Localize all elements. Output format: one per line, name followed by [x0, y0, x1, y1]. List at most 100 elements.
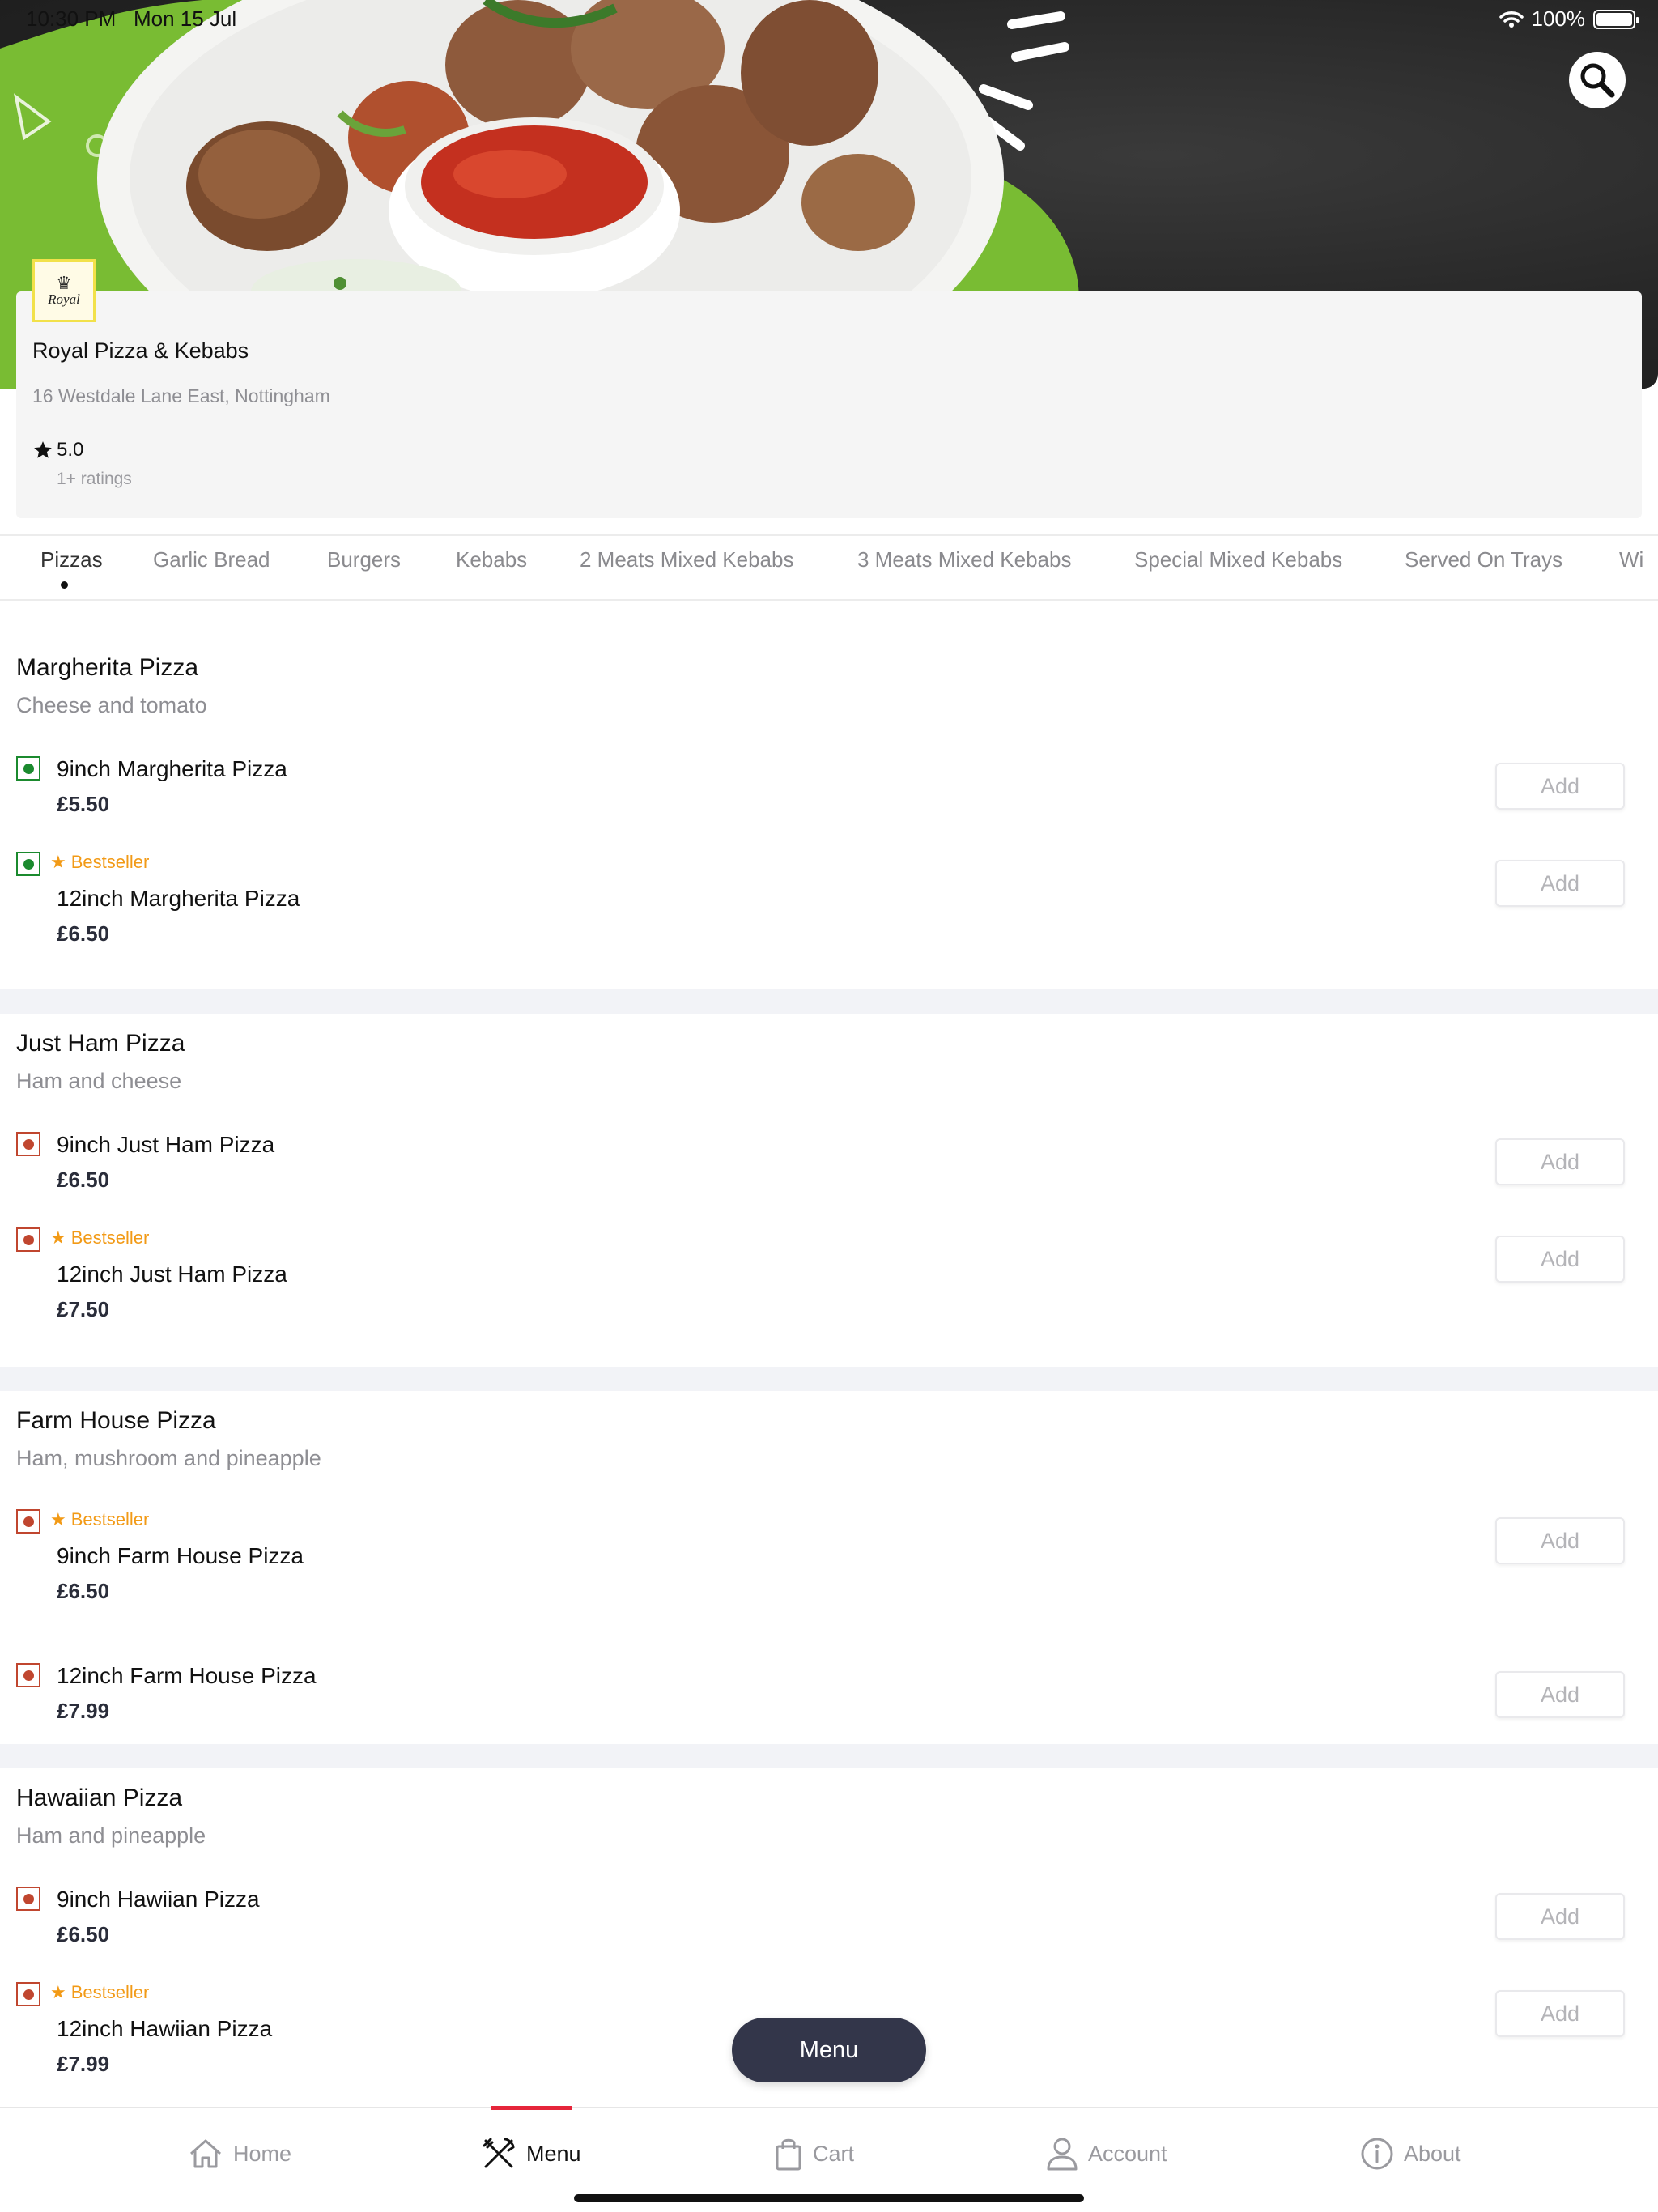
- cutlery-icon: [483, 2138, 515, 2168]
- section-title: Margherita Pizza: [16, 654, 199, 681]
- veg-indicator-icon: [16, 756, 40, 781]
- home-icon: [190, 2139, 221, 2168]
- item-price: £7.50: [57, 1297, 110, 1321]
- tab-label: Menu: [526, 2141, 581, 2166]
- active-tab-underline: [491, 2106, 572, 2110]
- search-button[interactable]: [1569, 52, 1626, 108]
- add-button[interactable]: Add: [1495, 1138, 1625, 1185]
- menu-button[interactable]: Menu: [732, 2018, 926, 2082]
- add-button[interactable]: Add: [1495, 860, 1625, 907]
- tab-menu[interactable]: Menu: [481, 2133, 581, 2175]
- item-name: 9inch Farm House Pizza: [57, 1543, 304, 1568]
- nonveg-indicator-icon: [16, 1982, 40, 2006]
- bestseller-badge: ★ Bestseller: [50, 1982, 150, 2002]
- add-button[interactable]: Add: [1495, 1517, 1625, 1564]
- tab-3-meats-mixed-kebabs[interactable]: 3 Meats Mixed Kebabs: [857, 547, 1071, 572]
- tab-pizzas[interactable]: Pizzas: [40, 547, 103, 572]
- item-name: 12inch Just Ham Pizza: [57, 1261, 287, 1287]
- bestseller-badge: ★ Bestseller: [50, 852, 150, 872]
- active-tab-indicator: [61, 581, 68, 589]
- add-button[interactable]: Add: [1495, 1893, 1625, 1940]
- tab-wi[interactable]: Wi: [1619, 547, 1643, 572]
- add-button[interactable]: Add: [1495, 1990, 1625, 2037]
- section-divider: [0, 1367, 1658, 1391]
- section-title: Hawaiian Pizza: [16, 1784, 183, 1811]
- item-name: 9inch Just Ham Pizza: [57, 1132, 275, 1157]
- section-title: Farm House Pizza: [16, 1407, 216, 1434]
- restaurant-name: Royal Pizza & Kebabs: [32, 338, 249, 363]
- item-price: £7.99: [57, 1699, 110, 1723]
- add-button[interactable]: Add: [1495, 1671, 1625, 1718]
- tab-label: Home: [233, 2141, 292, 2166]
- tab-burgers[interactable]: Burgers: [327, 547, 401, 572]
- item-price: £6.50: [57, 921, 110, 946]
- tab-garlic-bread[interactable]: Garlic Bread: [153, 547, 270, 572]
- add-button[interactable]: Add: [1495, 763, 1625, 810]
- status-indicators: 100%: [1499, 6, 1639, 32]
- status-time: 10:30 PM Mon 15 Jul: [26, 6, 237, 31]
- section-divider: [0, 989, 1658, 1014]
- nonveg-indicator-icon: [16, 1509, 40, 1534]
- tab-special-mixed-kebabs[interactable]: Special Mixed Kebabs: [1134, 547, 1342, 572]
- search-icon: [1580, 63, 1615, 98]
- section-title: Just Ham Pizza: [16, 1030, 185, 1057]
- item-name: 12inch Farm House Pizza: [57, 1663, 317, 1688]
- nonveg-indicator-icon: [16, 1132, 40, 1156]
- tab-kebabs[interactable]: Kebabs: [456, 547, 527, 572]
- section-divider: [0, 1744, 1658, 1768]
- battery-icon: [1593, 9, 1639, 29]
- section-description: Cheese and tomato: [16, 693, 207, 717]
- tab-label: About: [1404, 2141, 1461, 2166]
- category-tabs: Pizzas Garlic Bread Burgers Kebabs 2 Mea…: [0, 534, 1658, 601]
- tab-cart[interactable]: Cart: [774, 2133, 854, 2175]
- crown-icon: ♛: [56, 273, 72, 293]
- bottom-tab-bar: Home Menu Cart Account About: [0, 2106, 1658, 2212]
- tab-served-on-trays[interactable]: Served On Trays: [1405, 547, 1562, 572]
- wifi-icon: [1499, 11, 1524, 28]
- item-name: 9inch Margherita Pizza: [57, 756, 287, 781]
- tab-account[interactable]: Account: [1046, 2133, 1167, 2175]
- bestseller-badge: ★ Bestseller: [50, 1227, 150, 1248]
- item-price: £6.50: [57, 1922, 110, 1946]
- nonveg-indicator-icon: [16, 1227, 40, 1252]
- tab-2-meats-mixed-kebabs[interactable]: 2 Meats Mixed Kebabs: [580, 547, 793, 572]
- star-icon: ★: [50, 1227, 66, 1248]
- menu-section-margherita: Margherita Pizza Cheese and tomato 9inch…: [0, 601, 1658, 989]
- tab-home[interactable]: Home: [188, 2133, 291, 2175]
- item-price: £6.50: [57, 1579, 110, 1603]
- item-price: £6.50: [57, 1168, 110, 1192]
- rating-value: 5.0: [57, 439, 84, 461]
- star-icon: ★: [50, 1509, 66, 1529]
- item-name: 9inch Hawiian Pizza: [57, 1887, 260, 1912]
- item-price: £5.50: [57, 792, 110, 816]
- section-description: Ham, mushroom and pineapple: [16, 1446, 321, 1470]
- star-icon: ★: [50, 1982, 66, 2002]
- tab-about[interactable]: About: [1360, 2133, 1461, 2175]
- tab-label: Cart: [813, 2141, 855, 2166]
- home-indicator: [574, 2194, 1084, 2202]
- item-name: 12inch Hawiian Pizza: [57, 2016, 273, 2041]
- bag-icon: [776, 2138, 801, 2171]
- bestseller-badge: ★ Bestseller: [50, 1509, 150, 1529]
- section-description: Ham and pineapple: [16, 1823, 206, 1848]
- menu-section-just-ham: Just Ham Pizza Ham and cheese 9inch Just…: [0, 1014, 1658, 1367]
- nonveg-indicator-icon: [16, 1663, 40, 1687]
- item-price: £7.99: [57, 2052, 110, 2076]
- battery-percent: 100%: [1531, 6, 1586, 31]
- star-icon: ★: [50, 852, 66, 872]
- restaurant-rating: 5.0: [32, 439, 83, 462]
- status-bar: 10:30 PM Mon 15 Jul 100%: [0, 0, 1658, 39]
- menu-section-farm-house: Farm House Pizza Ham, mushroom and pinea…: [0, 1391, 1658, 1744]
- nonveg-indicator-icon: [16, 1887, 40, 1911]
- add-button[interactable]: Add: [1495, 1236, 1625, 1283]
- info-icon: [1361, 2138, 1393, 2170]
- restaurant-address: 16 Westdale Lane East, Nottingham: [32, 385, 330, 406]
- veg-indicator-icon: [16, 852, 40, 876]
- item-name: 12inch Margherita Pizza: [57, 886, 300, 911]
- person-icon: [1047, 2138, 1078, 2171]
- restaurant-logo: ♛ Royal: [32, 259, 96, 322]
- section-description: Ham and cheese: [16, 1069, 182, 1093]
- tab-label: Account: [1088, 2141, 1167, 2166]
- star-icon: [34, 441, 52, 458]
- ratings-count: 1+ ratings: [57, 470, 132, 488]
